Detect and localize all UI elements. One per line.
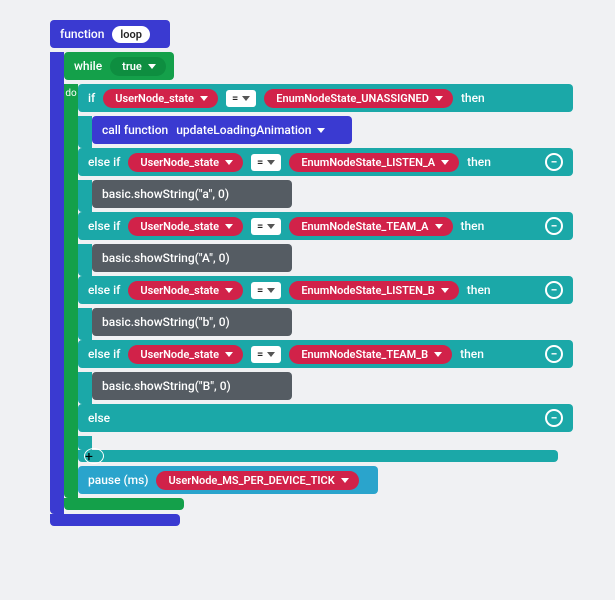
op-dropdown[interactable]: = <box>251 282 281 299</box>
op-dropdown[interactable]: = <box>226 90 256 107</box>
statement-block[interactable]: basic.showString("B", 0) <box>92 372 292 400</box>
var-pill[interactable]: UserNode_state <box>128 217 243 236</box>
remove-branch-icon[interactable]: − <box>545 409 563 427</box>
enum-pill[interactable]: EnumNodeState_TEAM_A <box>289 217 452 236</box>
call-fn-name[interactable]: updateLoadingAnimation <box>176 123 325 137</box>
remove-branch-icon[interactable]: − <box>545 217 563 235</box>
while-keyword: while <box>74 59 102 73</box>
elseif-block-5[interactable]: else if UserNode_state = EnumNodeState_T… <box>78 340 573 368</box>
function-def-block[interactable]: function loop <box>50 20 170 48</box>
remove-branch-icon[interactable]: − <box>545 153 563 171</box>
call-function-block[interactable]: call function updateLoadingAnimation <box>92 116 352 144</box>
pause-block[interactable]: pause (ms) UserNode_MS_PER_DEVICE_TICK <box>78 466 378 494</box>
op-dropdown[interactable]: = <box>251 154 281 171</box>
statement-block[interactable]: basic.showString("a", 0) <box>92 180 292 208</box>
while-bottom-rail <box>64 498 184 510</box>
elseif-block-4[interactable]: else if UserNode_state = EnumNodeState_L… <box>78 276 573 304</box>
while-rail: do <box>64 84 78 498</box>
remove-branch-icon[interactable]: − <box>545 345 563 363</box>
var-pill[interactable]: UserNode_state <box>128 153 243 172</box>
remove-branch-icon[interactable]: − <box>545 281 563 299</box>
function-keyword: function <box>60 27 104 41</box>
while-block[interactable]: while true <box>64 52 174 80</box>
op-dropdown[interactable]: = <box>251 218 281 235</box>
function-name-chip[interactable]: loop <box>112 26 150 43</box>
else-block[interactable]: else − <box>78 404 573 432</box>
var-pill[interactable]: UserNode_state <box>103 89 218 108</box>
elseif-block-3[interactable]: else if UserNode_state = EnumNodeState_T… <box>78 212 573 240</box>
if-bottom-rail: + <box>78 450 558 462</box>
statement-block[interactable]: basic.showString("A", 0) <box>92 244 292 272</box>
var-pill[interactable]: UserNode_state <box>128 281 243 300</box>
while-condition-pill[interactable]: true <box>110 57 166 76</box>
if-block-1[interactable]: if UserNode_state = EnumNodeState_UNASSI… <box>78 84 573 112</box>
function-bottom-rail <box>50 514 180 526</box>
function-rail <box>50 52 64 514</box>
enum-pill[interactable]: EnumNodeState_LISTEN_B <box>289 281 458 300</box>
enum-pill[interactable]: EnumNodeState_TEAM_B <box>289 345 452 364</box>
enum-pill[interactable]: EnumNodeState_UNASSIGNED <box>264 89 453 108</box>
elseif-block-2[interactable]: else if UserNode_state = EnumNodeState_L… <box>78 148 573 176</box>
var-pill[interactable]: UserNode_state <box>128 345 243 364</box>
op-dropdown[interactable]: = <box>251 346 281 363</box>
pause-arg-pill[interactable]: UserNode_MS_PER_DEVICE_TICK <box>156 471 358 490</box>
add-branch-icon[interactable]: + <box>84 448 104 464</box>
enum-pill[interactable]: EnumNodeState_LISTEN_A <box>289 153 459 172</box>
statement-block[interactable]: basic.showString("b", 0) <box>92 308 292 336</box>
